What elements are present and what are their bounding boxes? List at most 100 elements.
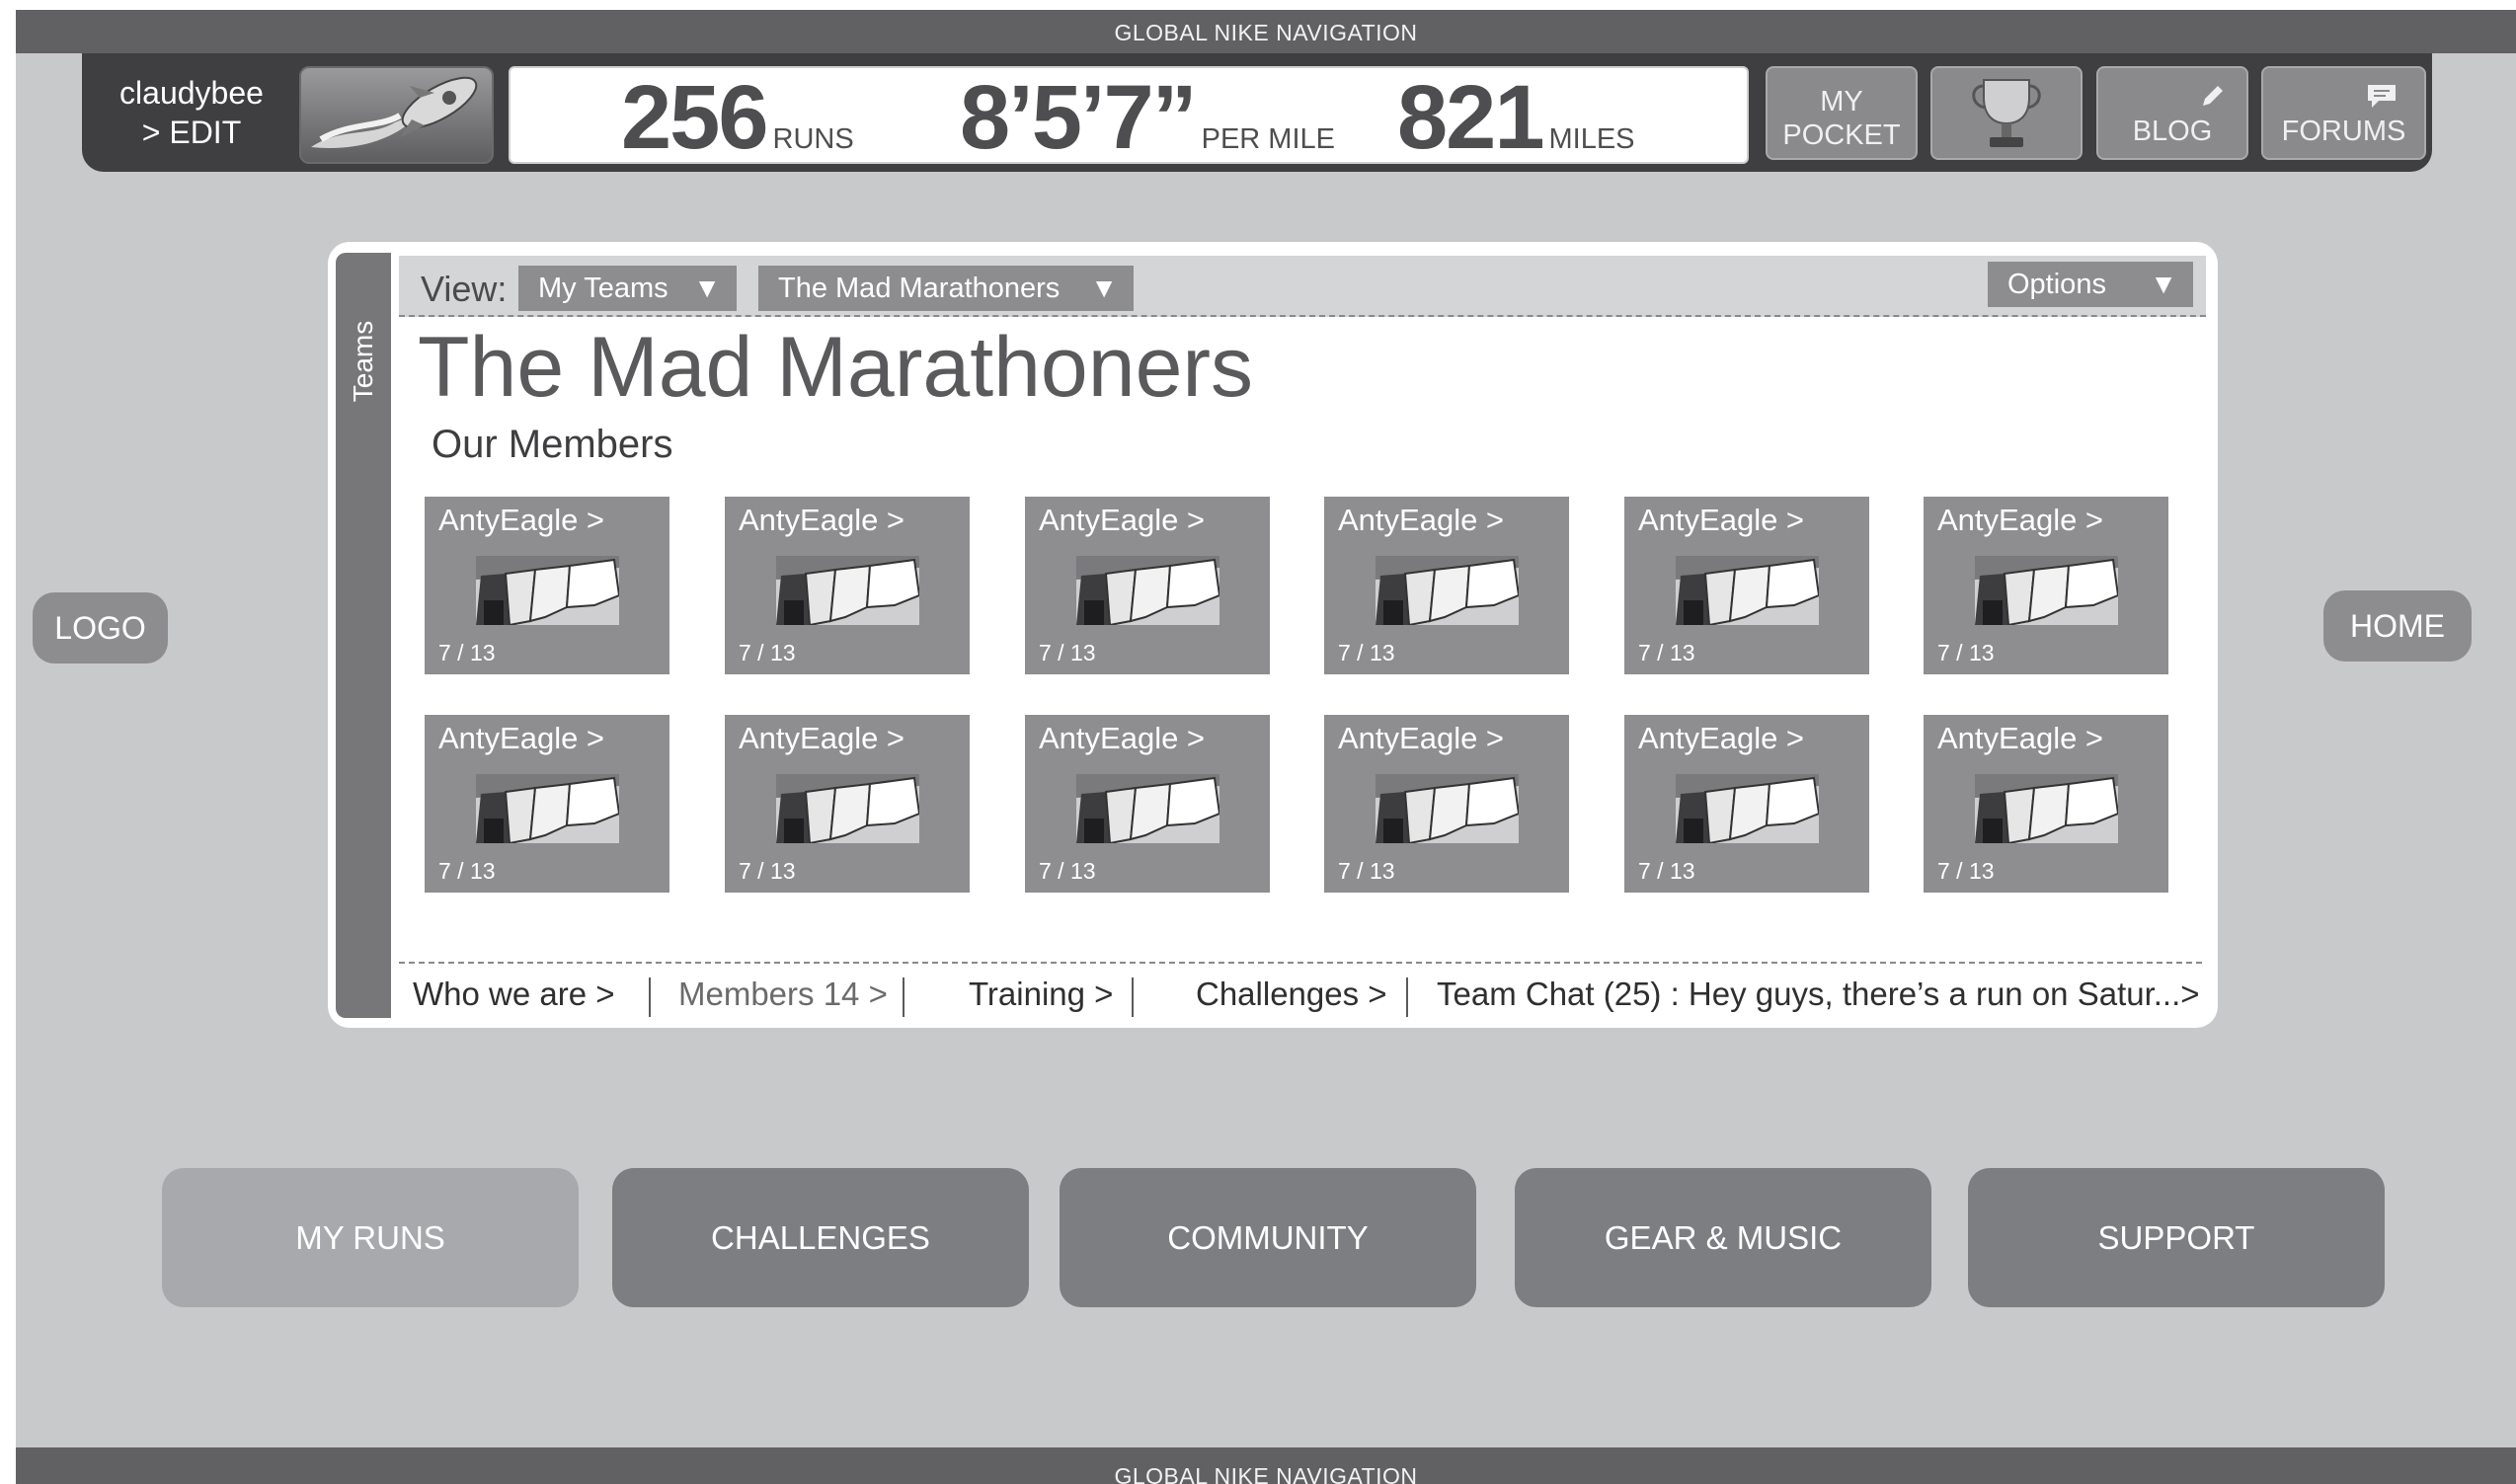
member-photo: [1076, 774, 1221, 845]
member-tile[interactable]: AntyEagle > 7 / 13: [725, 715, 970, 893]
member-tile[interactable]: AntyEagle > 7 / 13: [1924, 715, 2168, 893]
member-name-link[interactable]: AntyEagle >: [1039, 721, 1205, 756]
footer-divider: [399, 962, 2202, 964]
trophy-button[interactable]: [1930, 66, 2083, 160]
challenges-link[interactable]: Challenges >: [1196, 976, 1387, 1013]
blog-label: BLOG: [2132, 116, 2213, 147]
member-photo: [476, 556, 621, 627]
global-nav-bottom[interactable]: GLOBAL NIKE NAVIGATION: [16, 1447, 2516, 1484]
stat-miles-unit: MILES: [1548, 123, 1635, 155]
member-name-link[interactable]: AntyEagle >: [1937, 503, 2103, 538]
member-photo: [1376, 556, 1521, 627]
logo-button[interactable]: LOGO: [33, 592, 168, 664]
member-photo: [1975, 774, 2120, 845]
member-photo: [476, 774, 621, 845]
member-tile[interactable]: AntyEagle > 7 / 13: [1025, 497, 1270, 674]
footer-separator: [1132, 977, 1134, 1017]
member-date: 7 / 13: [1338, 858, 1395, 884]
team-dropdown[interactable]: The Mad Marathoners ▼: [758, 266, 1134, 311]
footer-separator: [1406, 977, 1408, 1017]
member-name-link[interactable]: AntyEagle >: [438, 503, 604, 538]
team-dropdown-value: The Mad Marathoners: [778, 273, 1061, 304]
speech-bubble-icon: [2368, 85, 2396, 108]
member-date: 7 / 13: [1039, 640, 1096, 665]
footer-separator: [649, 977, 651, 1017]
rocket-icon: [311, 76, 478, 148]
nav-support[interactable]: SUPPORT: [1968, 1168, 2385, 1307]
training-link[interactable]: Training >: [969, 976, 1113, 1013]
members-heading: Our Members: [432, 423, 673, 466]
stat-runs-unit: RUNS: [772, 123, 854, 155]
member-photo: [776, 774, 921, 845]
member-name-link[interactable]: AntyEagle >: [739, 721, 904, 756]
member-date: 7 / 13: [1039, 858, 1096, 884]
member-photo: [1376, 774, 1521, 845]
dropdown-arrow-icon: ▼: [693, 273, 721, 303]
teams-side-tab[interactable]: Teams: [336, 253, 391, 1018]
member-date: 7 / 13: [1638, 640, 1695, 665]
stat-pace-unit: PER MILE: [1201, 123, 1335, 155]
member-photo: [1076, 556, 1221, 627]
global-nav-top[interactable]: GLOBAL NIKE NAVIGATION: [16, 10, 2516, 53]
nav-my-runs[interactable]: MY RUNS: [162, 1168, 579, 1307]
nav-challenges[interactable]: CHALLENGES: [612, 1168, 1029, 1307]
footer-separator: [903, 977, 904, 1017]
user-block: claudybee > EDIT: [113, 73, 271, 152]
member-date: 7 / 13: [739, 858, 796, 884]
options-dropdown-value: Options: [2007, 269, 2106, 300]
options-dropdown[interactable]: Options ▼: [1988, 262, 2193, 307]
dropdown-arrow-icon: ▼: [2150, 269, 2177, 299]
member-name-link[interactable]: AntyEagle >: [438, 721, 604, 756]
member-date: 7 / 13: [1338, 640, 1395, 665]
member-date: 7 / 13: [1638, 858, 1695, 884]
member-name-link[interactable]: AntyEagle >: [1937, 721, 2103, 756]
team-title: The Mad Marathoners: [418, 320, 1254, 415]
member-date: 7 / 13: [438, 858, 496, 884]
pencil-icon: [2203, 86, 2223, 106]
stat-pace: 8’5’7” PER MILE: [960, 68, 1335, 167]
nav-gear-music[interactable]: GEAR & MUSIC: [1515, 1168, 1931, 1307]
member-tile[interactable]: AntyEagle > 7 / 13: [1025, 715, 1270, 893]
stat-runs: 256 RUNS: [621, 68, 854, 167]
member-tile[interactable]: AntyEagle > 7 / 13: [425, 715, 669, 893]
member-tile[interactable]: AntyEagle > 7 / 13: [1324, 715, 1569, 893]
forums-button[interactable]: FORUMS: [2261, 66, 2426, 160]
member-date: 7 / 13: [1937, 640, 1995, 665]
stat-miles: 821 MILES: [1397, 68, 1635, 167]
dropdown-arrow-icon: ▼: [1090, 273, 1118, 303]
member-date: 7 / 13: [739, 640, 796, 665]
who-we-are-link[interactable]: Who we are >: [413, 976, 615, 1013]
stats-panel: 256 RUNS 8’5’7” PER MILE 821 MILES: [509, 66, 1749, 167]
view-label: View:: [421, 269, 508, 309]
my-pocket-button[interactable]: MY POCKET: [1766, 66, 1918, 160]
member-tile[interactable]: AntyEagle > 7 / 13: [1924, 497, 2168, 674]
member-photo: [1676, 556, 1821, 627]
stat-pace-value: 8’5’7”: [960, 67, 1198, 168]
my-teams-dropdown[interactable]: My Teams ▼: [518, 266, 737, 311]
edit-profile-link[interactable]: > EDIT: [113, 113, 271, 152]
member-name-link[interactable]: AntyEagle >: [1638, 721, 1804, 756]
blog-button[interactable]: BLOG: [2096, 66, 2248, 160]
my-pocket-label: MY POCKET: [1782, 86, 1901, 151]
member-tile[interactable]: AntyEagle > 7 / 13: [425, 497, 669, 674]
member-tile[interactable]: AntyEagle > 7 / 13: [1624, 715, 1869, 893]
member-tile[interactable]: AntyEagle > 7 / 13: [1624, 497, 1869, 674]
team-chat-link[interactable]: Team Chat (25) : Hey guys, there’s a run…: [1437, 976, 2200, 1013]
member-tile[interactable]: AntyEagle > 7 / 13: [725, 497, 970, 674]
members-link[interactable]: Members 14 >: [678, 976, 888, 1013]
my-teams-dropdown-value: My Teams: [538, 273, 668, 304]
stat-miles-value: 821: [1397, 67, 1544, 168]
nav-community[interactable]: COMMUNITY: [1060, 1168, 1476, 1307]
avatar[interactable]: [299, 66, 494, 164]
teams-tab-label: Teams: [348, 320, 378, 403]
member-name-link[interactable]: AntyEagle >: [1039, 503, 1205, 538]
member-date: 7 / 13: [1937, 858, 1995, 884]
member-name-link[interactable]: AntyEagle >: [739, 503, 904, 538]
home-button[interactable]: HOME: [2323, 590, 2472, 662]
member-photo: [1975, 556, 2120, 627]
member-name-link[interactable]: AntyEagle >: [1638, 503, 1804, 538]
member-name-link[interactable]: AntyEagle >: [1338, 721, 1504, 756]
username: claudybee: [119, 75, 264, 111]
member-name-link[interactable]: AntyEagle >: [1338, 503, 1504, 538]
member-tile[interactable]: AntyEagle > 7 / 13: [1324, 497, 1569, 674]
